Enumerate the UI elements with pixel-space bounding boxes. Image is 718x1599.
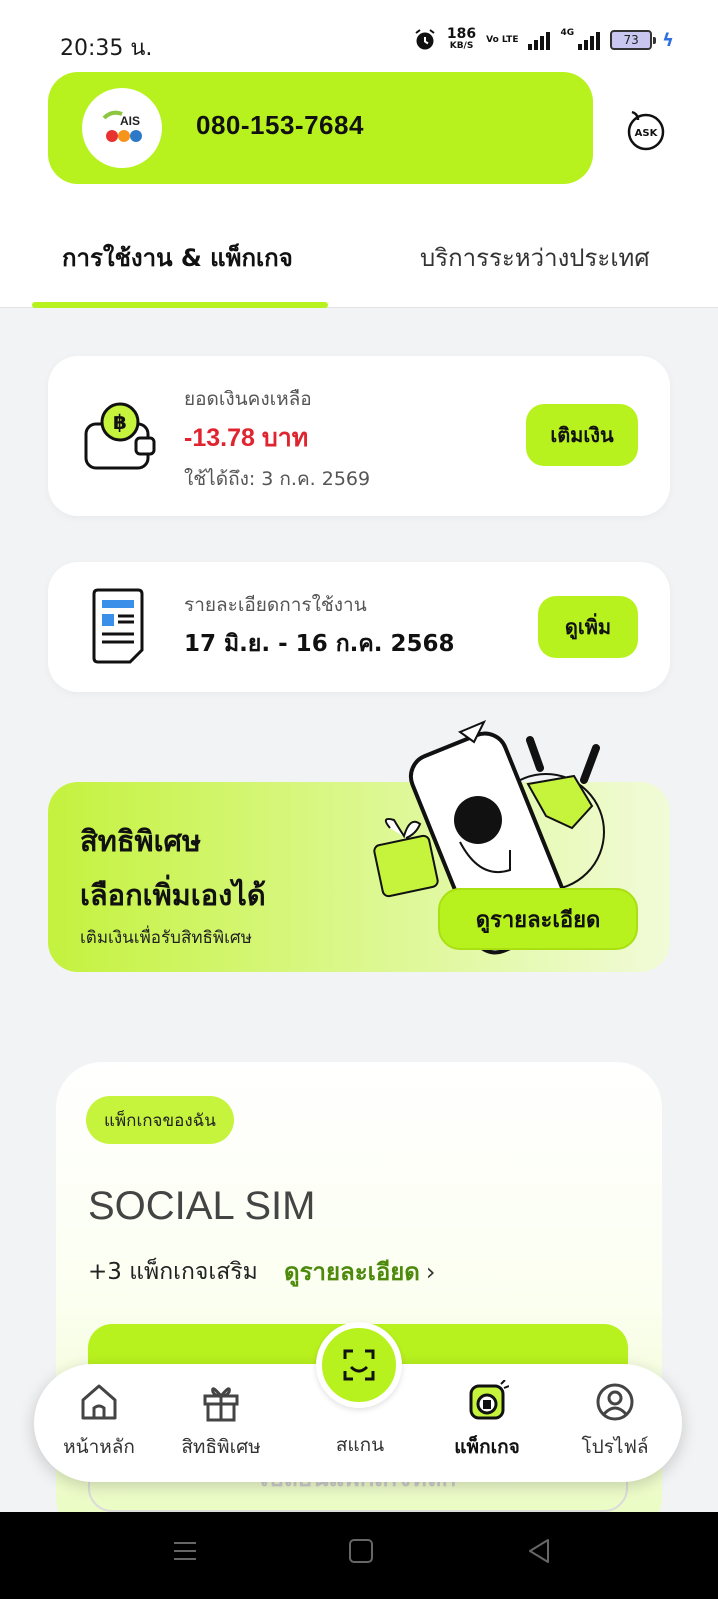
- nav-profile[interactable]: โปรไฟล์: [560, 1380, 670, 1466]
- signal-icon: [528, 30, 551, 50]
- topup-button[interactable]: เติมเงิน: [526, 404, 638, 466]
- see-more-button[interactable]: ดูเพิ่ม: [538, 596, 638, 658]
- back-icon[interactable]: [526, 1538, 552, 1564]
- balance-card: ฿ ยอดเงินคงเหลือ -13.78 บาท ใช้ได้ถึง: 3…: [48, 356, 670, 516]
- balance-expiry: ใช้ได้ถึง: 3 ก.ค. 2569: [184, 468, 371, 490]
- scan-icon: [343, 1349, 375, 1381]
- package-details-link[interactable]: ดูรายละเอียด ›: [284, 1252, 436, 1291]
- signal-icon-2: [578, 30, 601, 50]
- my-package-tag: แพ็กเกจของฉัน: [86, 1096, 234, 1144]
- nav-privileges[interactable]: สิทธิพิเศษ: [166, 1380, 276, 1466]
- balance-label: ยอดเงินคงเหลือ: [184, 388, 312, 410]
- home-icon: [81, 1384, 117, 1420]
- phone-number-card[interactable]: AIS 080-153-7684: [48, 72, 593, 184]
- tab-usage-package[interactable]: การใช้งาน & แพ็กเกจ: [62, 238, 293, 277]
- profile-icon: [596, 1383, 634, 1421]
- tab-international[interactable]: บริการระหว่างประเทศ: [420, 238, 650, 277]
- ask-icon[interactable]: ASK: [624, 108, 668, 152]
- home-button-icon[interactable]: [348, 1538, 374, 1564]
- nav-package-label: แพ็กเกจ: [454, 1436, 520, 1458]
- usage-period: 17 มิ.ย. - 16 ก.ค. 2568: [184, 631, 455, 657]
- ais-logo: AIS: [82, 88, 162, 168]
- document-icon: [92, 588, 144, 664]
- chevron-right-icon: ›: [425, 1257, 436, 1286]
- scan-label: สแกน: [335, 1434, 385, 1456]
- active-tab-indicator: [32, 302, 328, 308]
- sim-package-icon: [469, 1380, 509, 1420]
- promo-subtitle: เติมเงินเพื่อรับสิทธิพิเศษ: [80, 928, 252, 948]
- promo-title-line2: เลือกเพิ่มเองได้: [80, 878, 266, 912]
- network-type: 4G: [560, 28, 575, 38]
- svg-text:ASK: ASK: [635, 128, 659, 139]
- status-icons: 186 KB/S Vo LTE 4G 73 ϟ: [413, 26, 674, 52]
- svg-text:฿: ฿: [113, 410, 127, 434]
- charging-icon: ϟ: [662, 29, 674, 51]
- system-navigation-bar: [0, 1512, 718, 1599]
- nav-home-label: หน้าหลัก: [63, 1436, 135, 1458]
- battery-level: 73: [623, 33, 639, 47]
- nav-profile-label: โปรไฟล์: [581, 1436, 649, 1458]
- status-time: 20:35 น.: [60, 36, 153, 61]
- nav-privileges-label: สิทธิพิเศษ: [181, 1436, 261, 1458]
- phone-number: 080-153-7684: [196, 110, 364, 140]
- promo-details-button[interactable]: ดูรายละเอียด: [438, 888, 638, 950]
- volte-icon: Vo LTE: [486, 35, 519, 45]
- gift-icon: [203, 1387, 239, 1422]
- wallet-baht-icon: ฿: [84, 402, 156, 470]
- usage-details-card: รายละเอียดการใช้งาน 17 มิ.ย. - 16 ก.ค. 2…: [48, 562, 670, 692]
- recent-apps-icon[interactable]: [172, 1538, 198, 1564]
- balance-value: -13.78 บาท: [184, 424, 309, 452]
- nav-package[interactable]: แพ็กเกจ: [432, 1380, 542, 1466]
- alarm-icon: [415, 29, 435, 50]
- status-bar: 20:35 น. 186 KB/S Vo LTE 4G 73 ϟ: [0, 20, 718, 64]
- package-addons: +3 แพ็กเกจเสริม: [88, 1259, 258, 1285]
- scan-button[interactable]: [316, 1322, 402, 1408]
- net-speed: 186 KB/S: [446, 26, 477, 51]
- nav-home[interactable]: หน้าหลัก: [44, 1380, 154, 1466]
- package-name: SOCIAL SIM: [88, 1184, 316, 1228]
- battery-icon: 73: [610, 30, 657, 50]
- promo-title-line1: สิทธิพิเศษ: [80, 824, 202, 858]
- usage-label: รายละเอียดการใช้งาน: [184, 594, 367, 616]
